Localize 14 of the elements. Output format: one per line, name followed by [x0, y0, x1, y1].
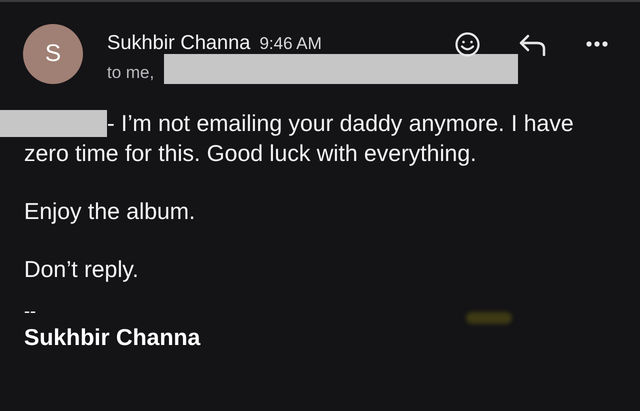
- blur-mark: [466, 312, 512, 324]
- more-icon[interactable]: [586, 41, 608, 47]
- recipients-text: to me,: [107, 62, 154, 84]
- message-line: - I’m not emailing your daddy anymore. I have: [107, 109, 574, 138]
- sender-name: Sukhbir Channa: [107, 31, 250, 56]
- sent-time: 9:46 AM: [259, 33, 322, 55]
- avatar-letter: S: [44, 42, 61, 66]
- signature-name: Sukhbir Channa: [24, 323, 200, 352]
- signature-separator: --: [24, 300, 36, 322]
- reply-icon[interactable]: [519, 34, 547, 56]
- emoji-reaction-icon[interactable]: [455, 32, 480, 57]
- message-paragraph: Enjoy the album.: [24, 197, 196, 226]
- message-paragraph: Don’t reply.: [24, 255, 139, 284]
- message-line: zero time for this. Good luck with everything.: [24, 139, 477, 168]
